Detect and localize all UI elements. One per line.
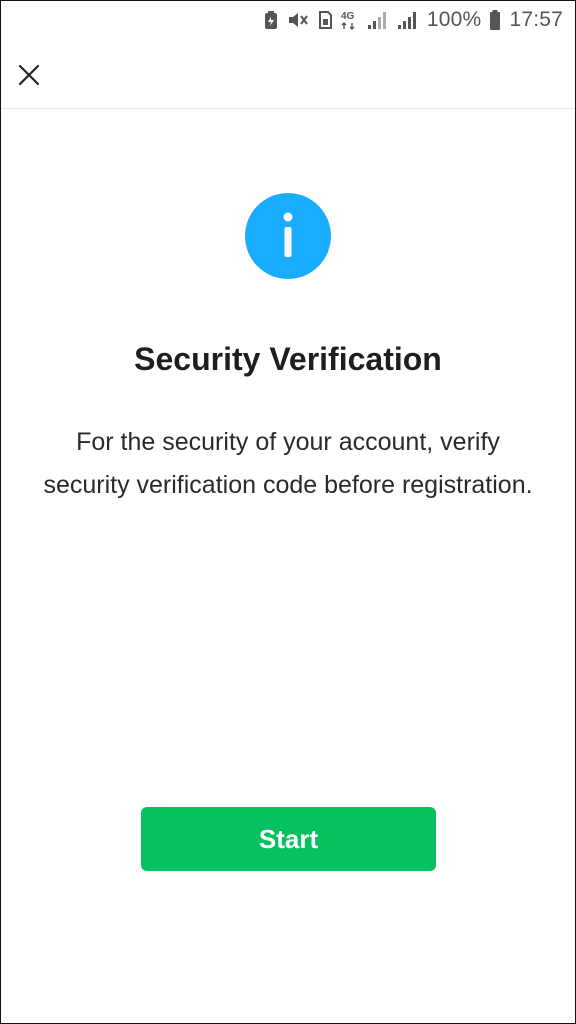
- signal-icon: [397, 9, 419, 31]
- status-time: 17:57: [509, 8, 563, 31]
- svg-text:4G: 4G: [341, 11, 355, 22]
- app-screen: 4G 100% 17:57 Security Verification For …: [0, 0, 576, 1024]
- network-4g-icon: 4G: [341, 9, 359, 31]
- info-icon: [245, 193, 331, 279]
- battery-saver-icon: [263, 9, 279, 31]
- header-bar: [1, 39, 575, 109]
- signal-icon: [367, 9, 389, 31]
- battery-icon: [489, 9, 501, 31]
- sim-icon: [317, 9, 333, 31]
- mute-icon: [287, 9, 309, 31]
- close-icon: [18, 64, 40, 86]
- start-button[interactable]: Start: [141, 807, 436, 871]
- status-bar: 4G 100% 17:57: [1, 1, 575, 39]
- description-text: For the security of your account, verify…: [43, 428, 533, 499]
- close-button[interactable]: [11, 57, 47, 93]
- battery-percent: 100%: [426, 8, 482, 31]
- page-title: Security Verification: [134, 341, 442, 377]
